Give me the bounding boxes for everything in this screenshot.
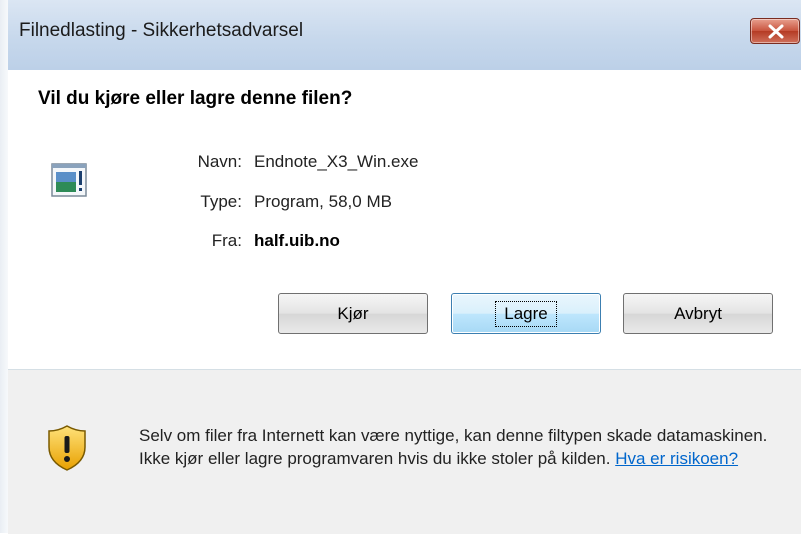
dialog-question: Vil du kjøre eller lagre denne filen? bbox=[38, 88, 353, 109]
save-button[interactable]: Lagre bbox=[451, 293, 601, 334]
run-button-label: Kjør bbox=[337, 303, 369, 323]
run-button[interactable]: Kjør bbox=[278, 293, 428, 334]
security-shield-icon bbox=[48, 425, 86, 471]
source-label: Fra: bbox=[211, 231, 242, 250]
close-icon bbox=[768, 24, 784, 39]
name-label: Navn: bbox=[197, 152, 242, 171]
name-value: Endnote_X3_Win.exe bbox=[254, 152, 419, 171]
risk-info-link[interactable]: Hva er risikoen? bbox=[615, 449, 738, 468]
title-bar[interactable]: Filnedlasting - Sikkerhetsadvarsel bbox=[8, 0, 801, 70]
type-value: Program, 58,0 MB bbox=[254, 192, 392, 211]
close-button[interactable] bbox=[750, 18, 800, 44]
cancel-button-label: Avbryt bbox=[674, 303, 722, 323]
executable-file-icon bbox=[51, 163, 87, 197]
window-title: Filnedlasting - Sikkerhetsadvarsel bbox=[19, 20, 304, 41]
source-value: half.uib.no bbox=[254, 231, 340, 250]
type-label: Type: bbox=[200, 192, 242, 211]
cancel-button[interactable]: Avbryt bbox=[623, 293, 773, 334]
security-warning-dialog: Filnedlasting - Sikkerhetsadvarsel Vil d… bbox=[8, 0, 801, 534]
save-button-label: Lagre bbox=[495, 300, 557, 327]
warning-message: Selv om filer fra Internett kan være nyt… bbox=[139, 424, 789, 470]
